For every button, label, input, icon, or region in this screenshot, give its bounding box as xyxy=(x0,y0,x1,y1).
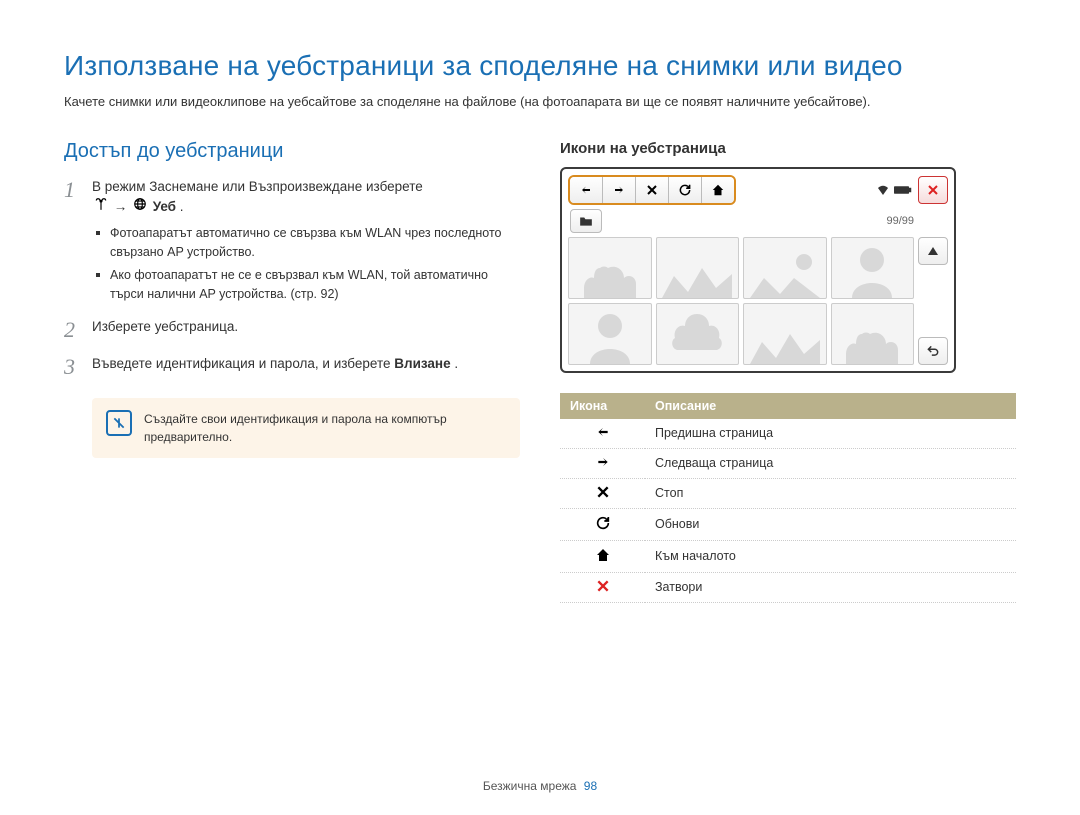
arrow-right-icon xyxy=(560,448,645,478)
footer-label: Безжична мрежа xyxy=(483,779,577,793)
dot: . xyxy=(454,356,458,371)
page-title: Използване на уебстраници за споделяне н… xyxy=(64,50,1016,82)
antenna-icon xyxy=(94,197,108,218)
battery-icon xyxy=(894,185,912,195)
undo-button[interactable] xyxy=(918,337,948,365)
desc: Затвори xyxy=(645,572,1016,602)
wifi-icon xyxy=(876,184,890,196)
thumbnail-area xyxy=(568,237,948,365)
section-title: Достъп до уебстраници xyxy=(64,140,520,163)
table-row: Стоп xyxy=(560,478,1016,508)
desc: Стоп xyxy=(645,478,1016,508)
x-red-icon xyxy=(560,572,645,602)
step-number: 3 xyxy=(64,354,92,380)
home-button[interactable] xyxy=(702,177,734,203)
arrow-left-icon xyxy=(560,419,645,449)
note-box: Създайте свои идентификация и парола на … xyxy=(92,398,520,458)
home-icon xyxy=(560,540,645,572)
step-list: 1 В режим Заснемане или Възпроизвеждане … xyxy=(64,177,520,381)
toolbar-row-2: 99/99 xyxy=(568,209,948,233)
table-row: Към началото xyxy=(560,540,1016,572)
thumbnail[interactable] xyxy=(831,303,915,365)
toolbar xyxy=(568,175,948,205)
table-row: Предишна страница xyxy=(560,419,1016,449)
page-number: 98 xyxy=(584,779,597,793)
table-row: Затвори xyxy=(560,572,1016,602)
status-icons xyxy=(876,184,912,196)
manual-page: Използване на уебстраници за споделяне н… xyxy=(0,0,1080,815)
bullet: Фотоапаратът автоматично се свързва към … xyxy=(96,224,520,262)
desc: Следваща страница xyxy=(645,448,1016,478)
sub-title: Икони на уебстраница xyxy=(560,140,1016,157)
thumbnail[interactable] xyxy=(743,303,827,365)
thumbnail[interactable] xyxy=(831,237,915,299)
icon-description-table: Икона Описание Предишна страница xyxy=(560,393,1016,603)
thumbnail[interactable] xyxy=(656,237,740,299)
globe-icon xyxy=(133,197,147,218)
right-column: Икони на уебстраница xyxy=(560,140,1016,603)
desc: Към началото xyxy=(645,540,1016,572)
thumbnail-grid xyxy=(568,237,914,365)
forward-button[interactable] xyxy=(603,177,636,203)
stop-button[interactable] xyxy=(636,177,669,203)
back-button[interactable] xyxy=(570,177,603,203)
page-counter: 99/99 xyxy=(886,215,914,227)
refresh-button[interactable] xyxy=(669,177,702,203)
step-body: Въведете идентификация и парола, и избер… xyxy=(92,354,458,380)
close-button[interactable] xyxy=(918,176,948,204)
two-columns: Достъп до уебстраници 1 В режим Заснеман… xyxy=(64,140,1016,603)
step-1-bullets: Фотоапаратът автоматично се свързва към … xyxy=(92,224,520,303)
step-1: 1 В режим Заснемане или Възпроизвеждане … xyxy=(64,177,520,308)
browser-screenshot: 99/99 xyxy=(560,167,956,373)
step-3: 3 Въведете идентификация и парола, и изб… xyxy=(64,354,520,380)
step-body: В режим Заснемане или Възпроизвеждане из… xyxy=(92,177,520,308)
thumbnail[interactable] xyxy=(656,303,740,365)
folder-tab[interactable] xyxy=(570,209,602,233)
refresh-icon xyxy=(560,508,645,540)
step-2: 2 Изберете уебстраница. xyxy=(64,317,520,343)
footer: Безжична мрежа 98 xyxy=(0,779,1080,793)
side-buttons xyxy=(918,237,948,365)
th-desc: Описание xyxy=(645,393,1016,419)
left-column: Достъп до уебстраници 1 В режим Заснеман… xyxy=(64,140,520,603)
web-label: Уеб xyxy=(153,199,176,214)
thumbnail[interactable] xyxy=(568,303,652,365)
table-row: Следваща страница xyxy=(560,448,1016,478)
desc: Обнови xyxy=(645,508,1016,540)
th-icon: Икона xyxy=(560,393,645,419)
step-number: 1 xyxy=(64,177,92,308)
bullet: Ако фотоапаратът не се е свързвал към WL… xyxy=(96,266,520,304)
note-text: Създайте свои идентификация и парола на … xyxy=(144,410,506,446)
dot: . xyxy=(180,199,184,214)
thumbnail[interactable] xyxy=(568,237,652,299)
toolbar-buttons xyxy=(568,175,736,205)
thumbnail[interactable] xyxy=(743,237,827,299)
step-body: Изберете уебстраница. xyxy=(92,317,238,343)
intro-text: Качете снимки или видеоклипове на уебсай… xyxy=(64,92,1016,112)
step-text: В режим Заснемане или Възпроизвеждане из… xyxy=(92,179,423,194)
note-icon xyxy=(106,410,132,436)
desc: Предишна страница xyxy=(645,419,1016,449)
scroll-up-button[interactable] xyxy=(918,237,948,265)
step-text: Въведете идентификация и парола, и избер… xyxy=(92,356,390,371)
x-icon xyxy=(560,478,645,508)
step-number: 2 xyxy=(64,317,92,343)
login-label: Влизане xyxy=(394,356,450,371)
table-row: Обнови xyxy=(560,508,1016,540)
